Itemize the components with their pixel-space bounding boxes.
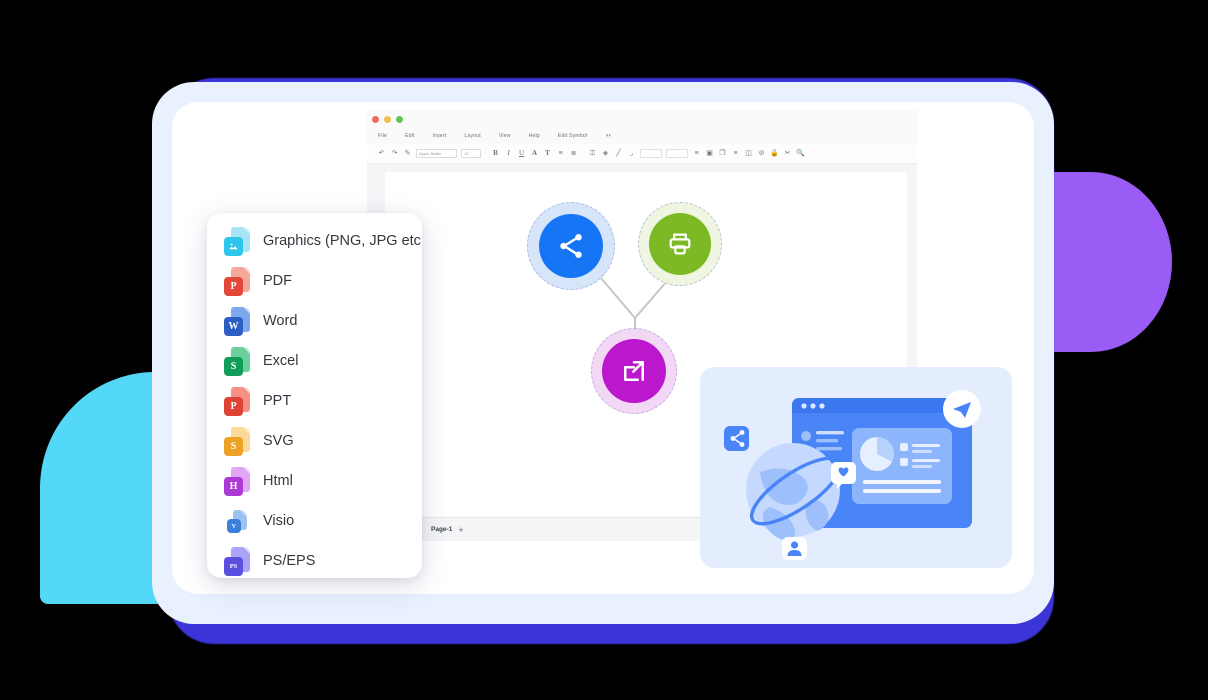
svg-file-icon: S (224, 426, 250, 456)
excel-file-icon: S (224, 346, 250, 376)
ps-file-icon: PS (224, 546, 250, 576)
redo-icon[interactable]: ↷ (388, 150, 401, 157)
export-format-menu: Graphics (PNG, JPG etc.) P PDF W Word S … (207, 213, 422, 578)
export-item-word[interactable]: W Word (207, 301, 422, 341)
menu-item-edit[interactable]: Edit (405, 133, 415, 139)
export-item-svg[interactable]: S SVG (207, 421, 422, 461)
share-icon (539, 214, 603, 278)
window-close-button[interactable] (372, 115, 379, 123)
image-file-icon (224, 226, 250, 256)
line-spacing-icon[interactable]: ≡ (690, 150, 703, 157)
align-left-icon[interactable]: ≡ (554, 150, 567, 157)
export-item-html[interactable]: H Html (207, 461, 422, 501)
menu-bar: File Edit Insert Layout View Help Edit S… (367, 128, 917, 144)
strikethrough-button[interactable]: T (541, 150, 554, 157)
menu-item-layout[interactable]: Layout (464, 133, 480, 139)
export-item-ps-eps[interactable]: PS PS/EPS (207, 541, 422, 578)
export-icon (602, 339, 666, 403)
font-name-field[interactable]: Apple Braille (416, 149, 457, 158)
pdf-file-icon: P (224, 266, 250, 296)
word-file-icon: W (224, 306, 250, 336)
sharing-illustration (724, 390, 981, 560)
font-color-button[interactable]: A (528, 150, 541, 157)
export-item-label: Excel (263, 353, 299, 369)
formatting-toolbar: ↶ ↷ ✎ Apple Braille 12 B I U A T ≡ ≣ ⎅ ◈… (367, 144, 917, 164)
export-item-visio[interactable]: V Visio (207, 501, 422, 541)
text-box-icon[interactable]: ⎅ (586, 150, 599, 157)
duplicate-icon[interactable]: ❐ (716, 150, 729, 157)
format-painter-icon[interactable]: ✎ (401, 150, 414, 157)
line-color-field[interactable] (666, 149, 688, 158)
node-share[interactable] (527, 202, 615, 290)
export-item-label: PDF (263, 273, 292, 289)
distribute-icon[interactable]: ≡ (729, 150, 742, 157)
node-export[interactable] (591, 328, 677, 414)
add-page-button[interactable]: + (458, 525, 463, 535)
ppt-file-icon: P (224, 386, 250, 416)
underline-button[interactable]: U (515, 150, 528, 157)
line-width-field[interactable] (640, 149, 662, 158)
export-item-label: Visio (263, 513, 295, 529)
export-item-label: PS/EPS (263, 553, 316, 569)
scissors-icon[interactable]: ✂ (781, 150, 794, 157)
window-maximize-button[interactable] (396, 115, 403, 123)
print-icon (649, 213, 711, 275)
bring-to-front-icon[interactable]: ▣ (703, 150, 716, 157)
page-tab-page-1[interactable]: Page-1 (431, 526, 452, 533)
line-style-icon[interactable]: ╱ (612, 150, 625, 157)
menu-item-file[interactable]: File (378, 133, 387, 139)
font-size-field[interactable]: 12 (461, 149, 481, 158)
align-center-icon[interactable]: ≣ (567, 150, 580, 157)
no-fill-icon[interactable]: ⊘ (755, 150, 768, 157)
html-file-icon: H (224, 466, 250, 496)
export-item-excel[interactable]: S Excel (207, 341, 422, 381)
glasses-icon[interactable]: ◖◗ (605, 133, 611, 139)
export-item-label: PPT (263, 393, 292, 409)
export-item-graphics[interactable]: Graphics (PNG, JPG etc.) (207, 221, 422, 261)
export-item-label: Graphics (PNG, JPG etc.) (263, 233, 422, 249)
menu-item-view[interactable]: View (499, 133, 511, 139)
bold-button[interactable]: B (489, 150, 502, 157)
window-minimize-button[interactable] (384, 115, 391, 123)
menu-item-insert[interactable]: Insert (433, 133, 447, 139)
menu-item-help[interactable]: Help (529, 133, 540, 139)
menu-item-edit-symbol[interactable]: Edit Symbol (558, 133, 587, 139)
visio-file-icon: V (224, 506, 250, 536)
export-item-label: Word (263, 313, 298, 329)
connector-icon[interactable]: ⌟ (625, 150, 638, 157)
export-item-ppt[interactable]: P PPT (207, 381, 422, 421)
undo-icon[interactable]: ↶ (375, 150, 388, 157)
screenshot-stage: File Edit Insert Layout View Help Edit S… (0, 0, 1208, 700)
node-print[interactable] (638, 202, 722, 286)
export-item-label: SVG (263, 433, 294, 449)
search-icon[interactable]: 🔍 (794, 150, 807, 157)
export-item-pdf[interactable]: P PDF (207, 261, 422, 301)
sharing-illustration-card (700, 367, 1012, 568)
export-item-label: Html (263, 473, 293, 489)
group-icon[interactable]: ◫ (742, 150, 755, 157)
window-titlebar (367, 110, 917, 128)
lock-icon[interactable]: 🔒 (768, 150, 781, 157)
fill-color-icon[interactable]: ◈ (599, 150, 612, 157)
italic-button[interactable]: I (502, 150, 515, 157)
